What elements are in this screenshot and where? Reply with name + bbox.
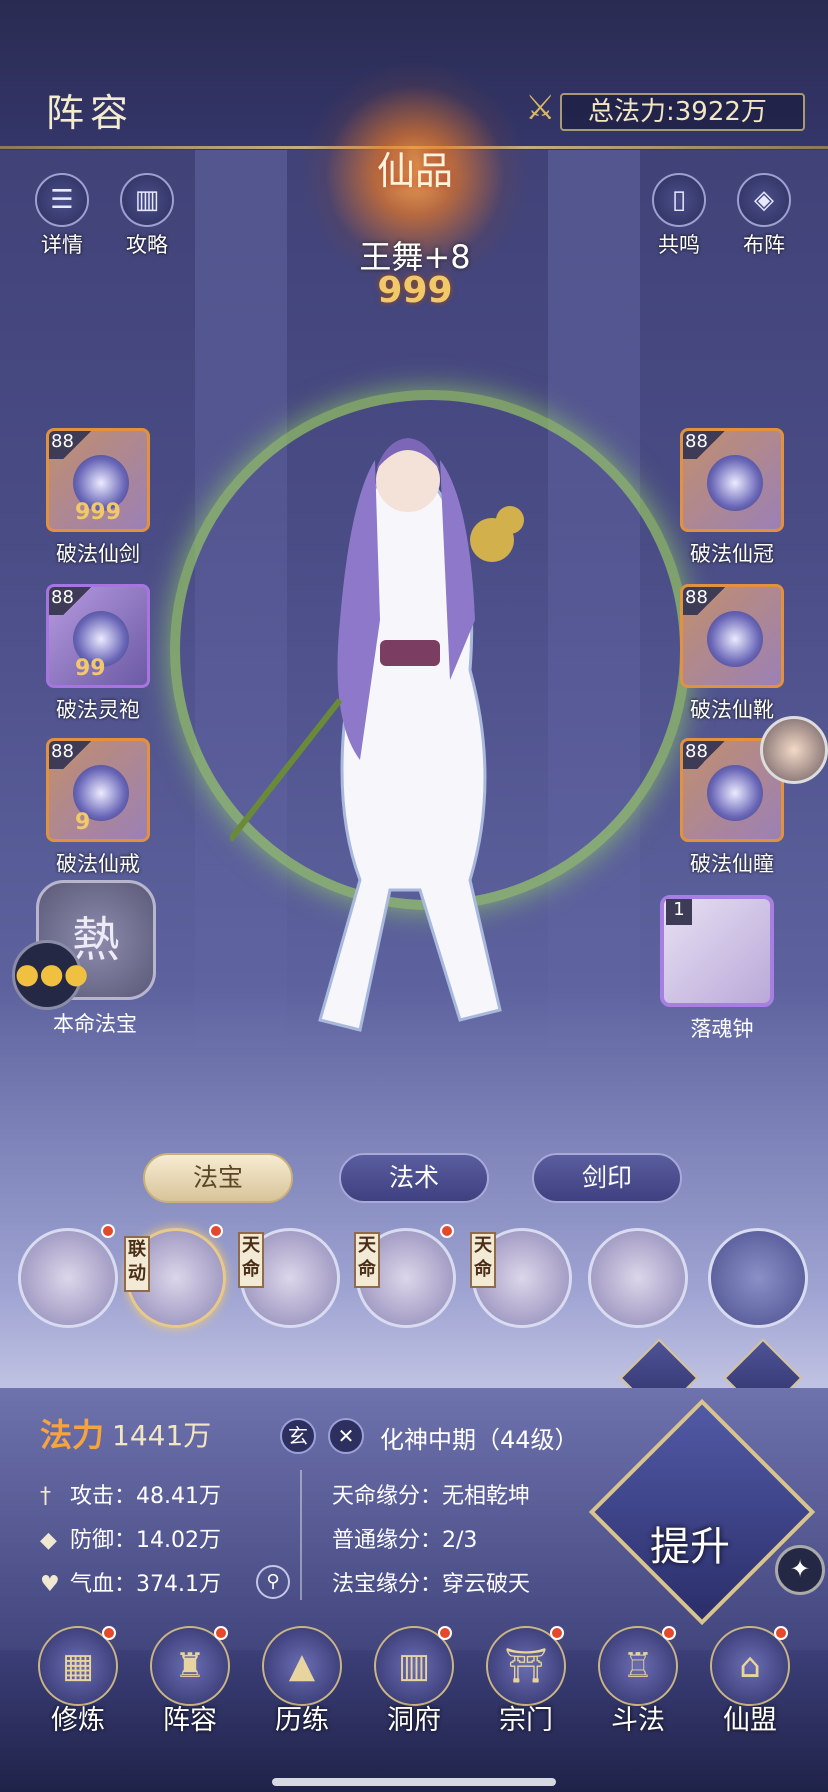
equip-name: 破法仙冠 [690, 542, 774, 566]
stat-defense: ◆ 防御：14.02万 [40, 1528, 221, 1553]
equip-name: 破法仙戒 [56, 852, 140, 876]
treasure-slot-bell[interactable]: 1 落魂钟 [660, 895, 784, 1043]
power-label: 法力 [40, 1416, 105, 1454]
total-power-display: 总法力:3922万 [560, 93, 805, 131]
equip-level: 88 [683, 431, 725, 459]
sparkle-icon[interactable]: ✦ [775, 1545, 825, 1595]
hero-rank: 仙品 [376, 149, 453, 193]
equip-level: 88 [683, 587, 725, 615]
equip-star: 9 [75, 810, 91, 835]
resonance-label: 共鸣 [658, 233, 700, 257]
list-icon: ☰ [35, 173, 89, 227]
bell-label: 落魂钟 [690, 1017, 754, 1041]
fate-treasure: 法宝缘分：穿云破天 [332, 1572, 531, 1597]
equip-slot-robe[interactable]: 88 99 破法灵袍 [46, 584, 150, 724]
guide-label: 攻略 [126, 233, 168, 257]
equip-name: 破法仙瞳 [690, 852, 774, 876]
hero-tag-collab: 联动 [124, 1236, 150, 1292]
equip-slot-sword[interactable]: 88 999 破法仙剑 [46, 428, 150, 568]
nav-cave[interactable]: ▥ 洞府 [364, 1626, 464, 1737]
nav-label: 宗门 [499, 1705, 553, 1736]
shield-icon: ◆ [40, 1528, 57, 1553]
notification-dot [101, 1224, 115, 1238]
bell-count: 1 [666, 899, 692, 925]
details-button[interactable]: ☰ 详情 [32, 173, 92, 259]
formation-button[interactable]: ◈ 布阵 [734, 173, 794, 259]
scroll-icon: ▥ [120, 173, 174, 227]
equip-star: 99 [75, 656, 106, 681]
mountain-icon: ▲ [262, 1626, 342, 1706]
stat-hp: ♥ 气血：374.1万 [40, 1572, 221, 1597]
nav-alliance[interactable]: ⌂ 仙盟 [700, 1626, 800, 1737]
formation-label: 布阵 [743, 233, 785, 257]
equip-level: 88 [49, 431, 91, 459]
nav-label: 修炼 [51, 1705, 105, 1736]
resonance-button[interactable]: ▯ 共鸣 [649, 173, 709, 259]
boots-icon [707, 611, 763, 667]
notification-dot [438, 1626, 452, 1640]
chat-bubble-icon[interactable]: ●●● [12, 940, 88, 1010]
nav-label: 仙盟 [723, 1705, 777, 1736]
magnifier-icon[interactable]: ⚲ [256, 1565, 290, 1599]
eye-orb-icon [707, 765, 763, 821]
equip-slot-boots[interactable]: 88 破法仙靴 [680, 584, 784, 724]
notification-dot [214, 1626, 228, 1640]
nav-label: 斗法 [611, 1705, 665, 1736]
book-icon: ▯ [652, 173, 706, 227]
treasure-portrait-scroll[interactable] [708, 1228, 808, 1328]
nav-label: 历练 [275, 1705, 329, 1736]
hero-star-level: 999 [377, 270, 453, 311]
hero-portrait-1[interactable] [18, 1228, 118, 1328]
tab-spell[interactable]: 法术 [339, 1153, 489, 1203]
nav-adventure[interactable]: ▲ 历练 [252, 1626, 352, 1737]
crossed-swords-icon: ✕ [328, 1418, 364, 1454]
grid-icon: ◈ [737, 173, 791, 227]
notification-dot [440, 1224, 454, 1238]
nav-cultivate[interactable]: ▦ 修炼 [28, 1626, 128, 1737]
tab-sword-seal[interactable]: 剑印 [532, 1153, 682, 1203]
equip-star: 999 [75, 500, 121, 525]
grade-badge: 玄 [280, 1418, 316, 1454]
equip-slot-crown[interactable]: 88 破法仙冠 [680, 428, 784, 568]
notification-dot [774, 1626, 788, 1640]
equip-name: 破法仙剑 [56, 542, 140, 566]
equip-level: 88 [49, 587, 91, 615]
home-indicator[interactable] [272, 1778, 556, 1786]
guide-button[interactable]: ▥ 攻略 [117, 173, 177, 259]
hero-tag-destiny: 天命 [238, 1232, 264, 1288]
notification-dot [102, 1626, 116, 1640]
notification-dot [662, 1626, 676, 1640]
stat-attack: † 攻击：48.41万 [40, 1484, 221, 1509]
nav-lineup[interactable]: ♜ 阵容 [140, 1626, 240, 1737]
page-title: 阵容 [46, 91, 135, 135]
details-label: 详情 [41, 233, 83, 257]
equip-slot-ring[interactable]: 88 9 破法仙戒 [46, 738, 150, 878]
hero-character-art[interactable] [230, 420, 580, 1060]
crown-icon [707, 455, 763, 511]
notification-dot [550, 1626, 564, 1640]
nav-sect[interactable]: ⛩ 宗门 [476, 1626, 576, 1737]
nav-duel[interactable]: ♖ 斗法 [588, 1626, 688, 1737]
benming-label: 本命法宝 [53, 1012, 137, 1036]
fate-destiny: 天命缘分：无相乾坤 [332, 1484, 531, 1509]
equip-name: 破法仙靴 [690, 698, 774, 722]
divider [300, 1470, 302, 1600]
fate-normal: 普通缘分：2/3 [332, 1528, 478, 1553]
notification-dot [209, 1224, 223, 1238]
power-value: 1441万 [112, 1419, 212, 1452]
equip-name: 破法灵袍 [56, 698, 140, 722]
companion-avatar[interactable] [760, 716, 828, 784]
equip-level: 88 [683, 741, 725, 769]
equip-level: 88 [49, 741, 91, 769]
treasure-portrait-bow[interactable] [588, 1228, 688, 1328]
hero-tag-destiny: 天命 [470, 1232, 496, 1288]
sword-icon: † [40, 1484, 51, 1509]
nav-label: 洞府 [387, 1705, 441, 1736]
tab-treasure[interactable]: 法宝 [143, 1153, 293, 1203]
cultivation-realm: 化神中期（44级） [380, 1426, 579, 1454]
nav-label: 阵容 [163, 1705, 217, 1736]
upgrade-label: 提升 [650, 1524, 730, 1570]
heart-icon: ♥ [40, 1572, 60, 1597]
hero-tag-destiny: 天命 [354, 1232, 380, 1288]
